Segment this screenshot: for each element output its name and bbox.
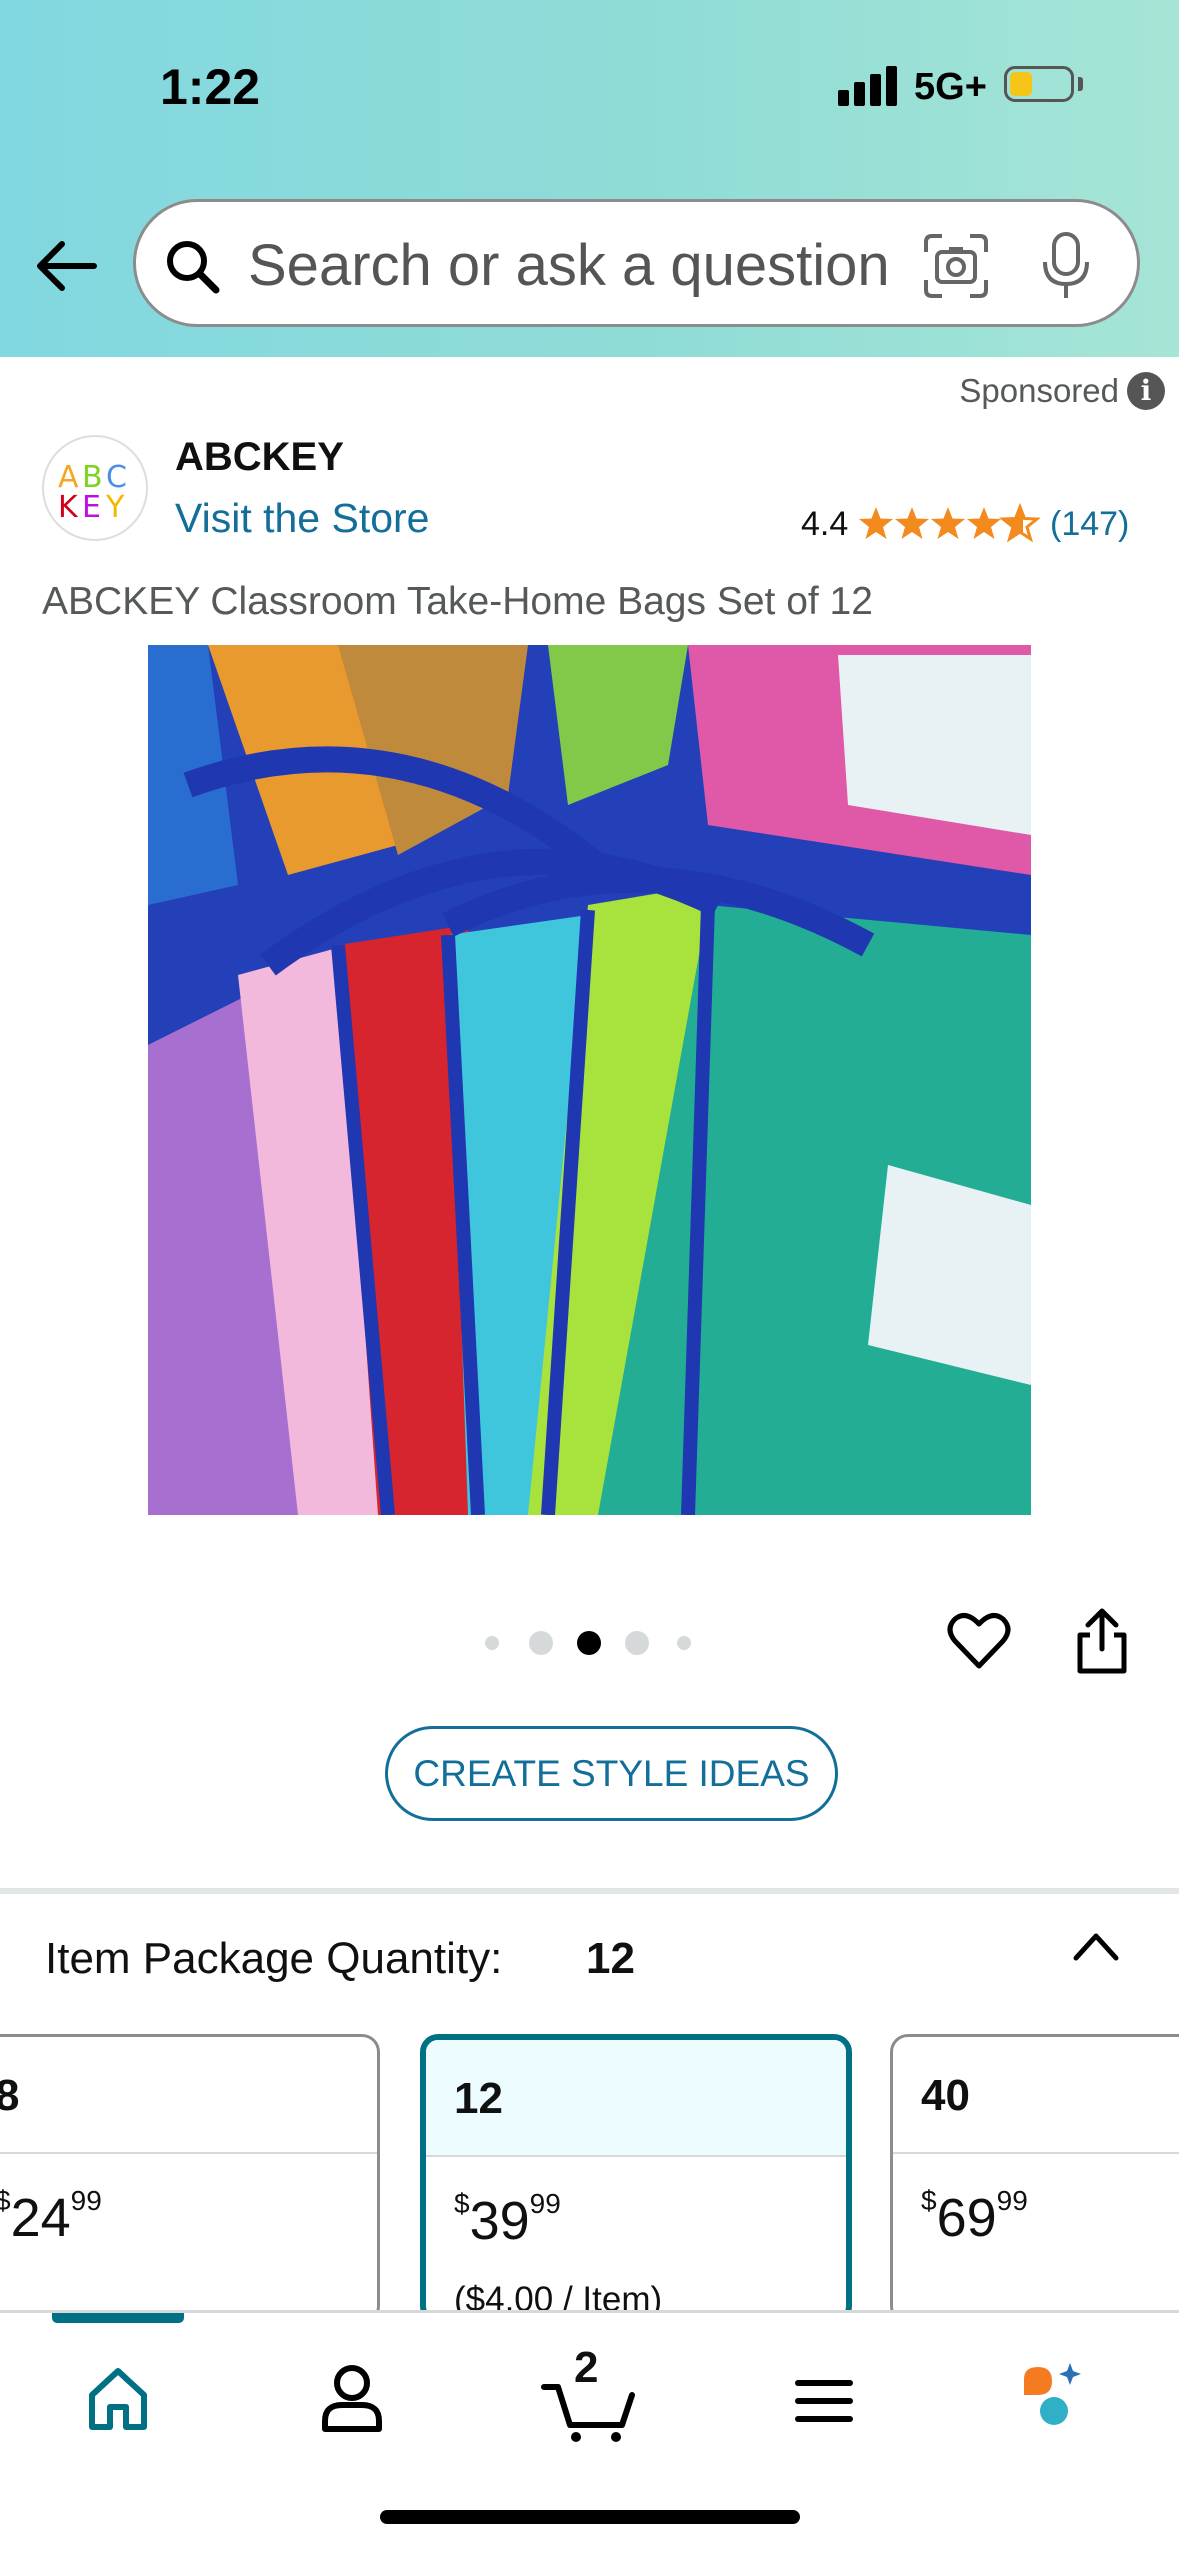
tab-menu[interactable] — [764, 2349, 884, 2449]
carousel-dot[interactable] — [529, 1631, 553, 1655]
share-icon[interactable] — [1072, 1605, 1132, 1677]
tab-cart[interactable]: 2 — [530, 2343, 650, 2449]
active-tab-indicator — [52, 2313, 184, 2323]
menu-icon — [795, 2380, 853, 2422]
app-header: 1:22 5G+ — [0, 0, 1179, 357]
option-label: 40 — [921, 2071, 970, 2120]
quantity-option-12[interactable]: 12 $3999 ($4.00 / Item) — [420, 2034, 852, 2324]
back-arrow-icon[interactable] — [32, 232, 100, 300]
product-image[interactable] — [148, 645, 1031, 1515]
brand-name: ABCKEY — [175, 435, 344, 479]
carousel-dot[interactable] — [625, 1631, 649, 1655]
image-carousel-dots[interactable] — [485, 1628, 695, 1658]
abckey-logo-icon: A B C K E Y — [58, 460, 127, 525]
option-header: 8 — [0, 2037, 377, 2154]
option-header: 40 — [893, 2037, 1179, 2154]
product-title: ABCKEY Classroom Take-Home Bags Set of 1… — [42, 580, 873, 623]
rufus-icon — [1024, 2363, 1081, 2425]
quantity-option-8[interactable]: 8 $2499 — [0, 2034, 380, 2324]
search-input[interactable] — [246, 228, 950, 302]
tab-rufus[interactable] — [1000, 2349, 1120, 2449]
item-package-quantity-label: Item Package Quantity: — [45, 1934, 503, 1983]
heart-icon[interactable] — [946, 1608, 1012, 1674]
section-divider — [0, 1888, 1179, 1894]
account-icon — [322, 2365, 382, 2432]
search-bar[interactable] — [133, 199, 1140, 327]
visit-store-link[interactable]: Visit the Store — [175, 495, 430, 542]
status-time: 1:22 — [160, 59, 261, 115]
battery-cap — [1078, 77, 1083, 91]
option-price: $6999 — [921, 2185, 1028, 2248]
home-indicator[interactable] — [380, 2510, 800, 2524]
microphone-icon[interactable] — [1039, 230, 1093, 302]
create-style-ideas-button[interactable]: CREATE STYLE IDEAS — [385, 1726, 838, 1821]
chevron-up-icon[interactable] — [1068, 1926, 1124, 1966]
network-type: 5G+ — [914, 66, 987, 108]
sponsored-label: Sponsored — [959, 372, 1119, 409]
option-price: $2499 — [0, 2185, 102, 2248]
tab-home[interactable] — [58, 2349, 178, 2449]
camera-lens-icon[interactable] — [920, 230, 992, 302]
carousel-dot[interactable] — [677, 1636, 691, 1650]
carousel-dot-active[interactable] — [577, 1631, 601, 1655]
home-icon — [89, 2368, 147, 2430]
carousel-dot[interactable] — [485, 1636, 499, 1650]
brand-logo[interactable]: A B C K E Y — [42, 435, 148, 541]
cellular-signal-icon — [838, 64, 902, 106]
search-icon — [167, 241, 220, 294]
tab-account[interactable] — [292, 2349, 412, 2449]
option-header: 12 — [426, 2040, 846, 2157]
cart-count-badge: 2 — [574, 2343, 599, 2392]
quantity-option-40[interactable]: 40 $6999 — [890, 2034, 1179, 2324]
option-label: 12 — [454, 2074, 503, 2123]
svg-text:Y: Y — [105, 490, 125, 525]
rating-value: 4.4 — [801, 505, 849, 543]
star-rating-icon[interactable] — [858, 503, 1040, 543]
svg-text:K: K — [58, 490, 79, 525]
tote-bags-image — [148, 645, 1031, 1515]
info-icon[interactable]: i — [1127, 372, 1165, 410]
review-count-link[interactable]: (147) — [1050, 505, 1129, 544]
svg-text:E: E — [82, 490, 101, 525]
battery-icon — [1004, 66, 1074, 102]
option-label: 8 — [0, 2071, 19, 2121]
option-price: $3999 — [454, 2188, 561, 2251]
item-package-quantity-value: 12 — [586, 1934, 635, 1983]
